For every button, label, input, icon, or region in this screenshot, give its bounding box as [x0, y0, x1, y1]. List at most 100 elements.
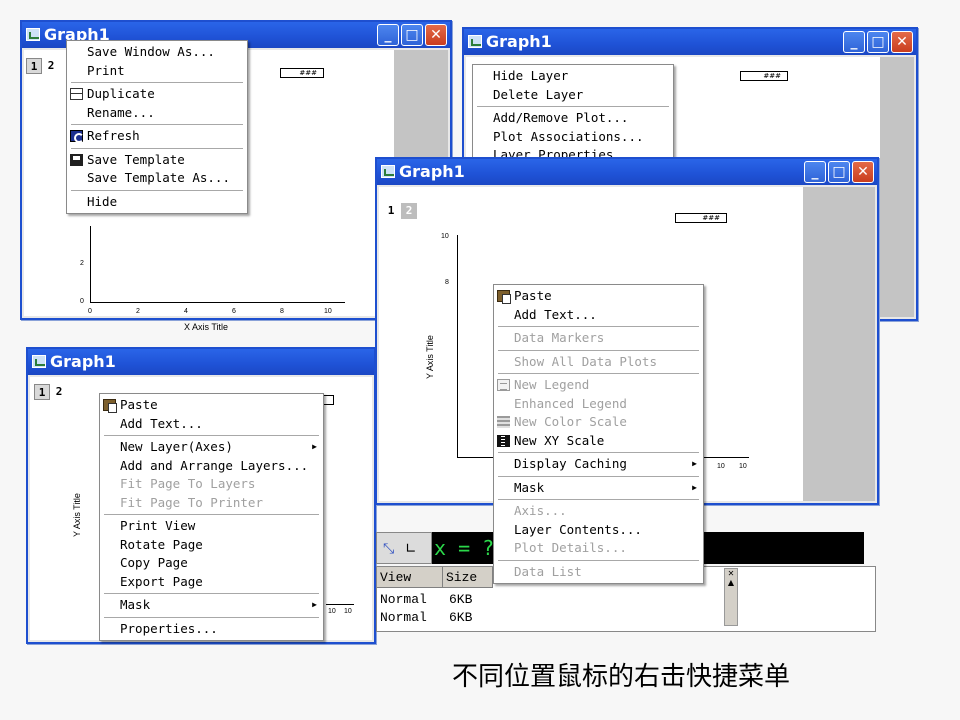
menu-item-duplicate[interactable]: Duplicate [67, 85, 247, 104]
menu-item-print[interactable]: Print [67, 62, 247, 81]
save-icon [70, 153, 83, 166]
menu-item-copy-page[interactable]: Copy Page [100, 554, 323, 573]
x-axis[interactable] [326, 604, 354, 605]
menu-item-label: New Legend [514, 377, 590, 392]
menu-item-mask[interactable]: Mask ▶ [494, 479, 703, 498]
layer-tab-2[interactable]: 2 [401, 203, 417, 219]
x-axis-title[interactable]: X Axis Title [184, 322, 228, 332]
y-tick-label: 2 [80, 260, 84, 267]
pointer-tool-icon[interactable]: ⤡ [383, 541, 394, 557]
window-3-titlebar[interactable]: Graph1 _ □ ✕ [377, 159, 877, 185]
menu-item-layer-contents[interactable]: Layer Contents... [494, 521, 703, 540]
window-3-title: Graph1 [399, 162, 465, 181]
y-axis-title[interactable]: Y Axis Title [72, 493, 82, 537]
close-button[interactable]: ✕ [425, 24, 447, 46]
scrollbar[interactable]: ✕ ▲ [724, 568, 738, 626]
menu-item-add-arrange-layers[interactable]: Add and Arrange Layers... [100, 457, 323, 476]
menu-item-new-layer[interactable]: New Layer(Axes) ▶ [100, 438, 323, 457]
menu-item-save-template-as[interactable]: Save Template As... [67, 169, 247, 188]
minimize-button[interactable]: _ [804, 161, 826, 183]
refresh-icon [70, 130, 84, 143]
window-2-title: Graph1 [486, 32, 552, 51]
layer-tab-1[interactable]: 1 [383, 203, 399, 219]
menu-item-save-template[interactable]: Save Template [67, 151, 247, 170]
menu-item-display-caching[interactable]: Display Caching ▶ [494, 455, 703, 474]
slide-caption: 不同位置鼠标的右击快捷菜单 [452, 662, 791, 692]
menu-item-add-text[interactable]: Add Text... [100, 415, 323, 434]
color-scale-icon [497, 416, 510, 428]
y-tick-label: 0 [80, 298, 84, 305]
window-4-titlebar[interactable]: Graph1 [28, 349, 374, 375]
minimize-button[interactable]: _ [843, 31, 865, 53]
graph-icon [32, 355, 46, 368]
column-header-view[interactable]: View [377, 567, 443, 588]
menu-separator [104, 514, 319, 515]
column-header-size[interactable]: Size [443, 567, 493, 588]
close-button[interactable]: ✕ [852, 161, 874, 183]
menu-separator [498, 559, 699, 561]
x-tick-label: 10 [739, 463, 747, 470]
menu-item-print-view[interactable]: Print View [100, 517, 323, 536]
x-tick-label: 8 [280, 308, 284, 315]
layer-tab-2[interactable]: 2 [51, 384, 67, 400]
menu-separator [71, 189, 243, 191]
layer-tab-1[interactable]: 1 [34, 384, 50, 400]
paste-icon [497, 290, 511, 304]
menu-item-paste[interactable]: Paste [100, 396, 323, 415]
window-4-title: Graph1 [50, 352, 116, 371]
list-item-view[interactable]: Normal [380, 610, 427, 626]
window-2-margin [880, 57, 914, 317]
x-tick-label: 10 [324, 308, 332, 315]
x-tick-label: 4 [184, 308, 188, 315]
maximize-button[interactable]: □ [828, 161, 850, 183]
list-item-size[interactable]: 6KB [449, 610, 472, 626]
menu-item-delete-layer[interactable]: Delete Layer [473, 86, 673, 105]
minimize-button[interactable]: _ [377, 24, 399, 46]
list-item-size[interactable]: 6KB [449, 592, 472, 608]
menu-item-show-all-data-plots: Show All Data Plots [514, 353, 657, 369]
menu-item-hide[interactable]: Hide [67, 193, 247, 212]
maximize-button[interactable]: □ [867, 31, 889, 53]
layer-tab-2[interactable]: 2 [43, 58, 59, 74]
legend-box[interactable]: ### [280, 68, 324, 78]
y-axis[interactable] [90, 226, 91, 302]
menu-item-rotate-page[interactable]: Rotate Page [100, 536, 323, 555]
scroll-up-icon[interactable]: ▲ [725, 578, 737, 587]
menu-item-save-window-as[interactable]: Save Window As... [67, 43, 247, 62]
x-tick-label: 10 [717, 463, 725, 470]
menu-item-new-xy-scale[interactable]: New XY Scale [494, 432, 703, 451]
menu-item-hide-layer[interactable]: Hide Layer [473, 67, 673, 86]
menu-item-properties[interactable]: Properties... [100, 620, 323, 639]
legend-box[interactable]: ### [740, 71, 788, 81]
window-2-titlebar[interactable]: Graph1 _ □ ✕ [464, 29, 916, 55]
submenu-arrow-icon: ▶ [312, 600, 317, 609]
x-axis[interactable] [90, 302, 345, 303]
menu-item-rename[interactable]: Rename... [67, 104, 247, 123]
y-axis[interactable] [457, 235, 458, 457]
menu-item-label: Refresh [87, 128, 140, 143]
menu-separator [104, 435, 319, 436]
layer-tab-1[interactable]: 1 [26, 58, 42, 74]
maximize-button[interactable]: □ [401, 24, 423, 46]
menu-item-plot-associations[interactable]: Plot Associations... [473, 128, 673, 147]
menu-item-paste[interactable]: Paste [494, 287, 703, 306]
close-button[interactable]: ✕ [891, 31, 913, 53]
y-axis-title[interactable]: Y Axis Title [425, 335, 435, 379]
menu-item-mask[interactable]: Mask ▶ [100, 596, 323, 615]
menu-item-add-remove-plot[interactable]: Add/Remove Plot... [473, 109, 673, 128]
close-pane-icon[interactable]: ✕ [725, 569, 737, 578]
menu-item-refresh[interactable]: Refresh [67, 127, 247, 146]
legend-box[interactable]: ### [675, 213, 727, 223]
axis-tool-icon[interactable]: ∟ [405, 541, 417, 557]
menu-item-new-legend: New Legend [494, 376, 703, 395]
list-item-view[interactable]: Normal [380, 592, 427, 608]
menu-separator [477, 106, 669, 107]
menu-item-export-page[interactable]: Export Page [100, 573, 323, 592]
xy-scale-icon [497, 434, 510, 447]
menu-item-plot-details: Plot Details... [514, 540, 627, 555]
menu-item-add-text[interactable]: Add Text... [494, 306, 703, 325]
menu-item-label: Mask [514, 479, 545, 495]
menu-separator [71, 124, 243, 125]
menu-separator [104, 593, 319, 594]
context-menu-layer: Hide Layer Delete Layer Add/Remove Plot.… [472, 64, 674, 158]
